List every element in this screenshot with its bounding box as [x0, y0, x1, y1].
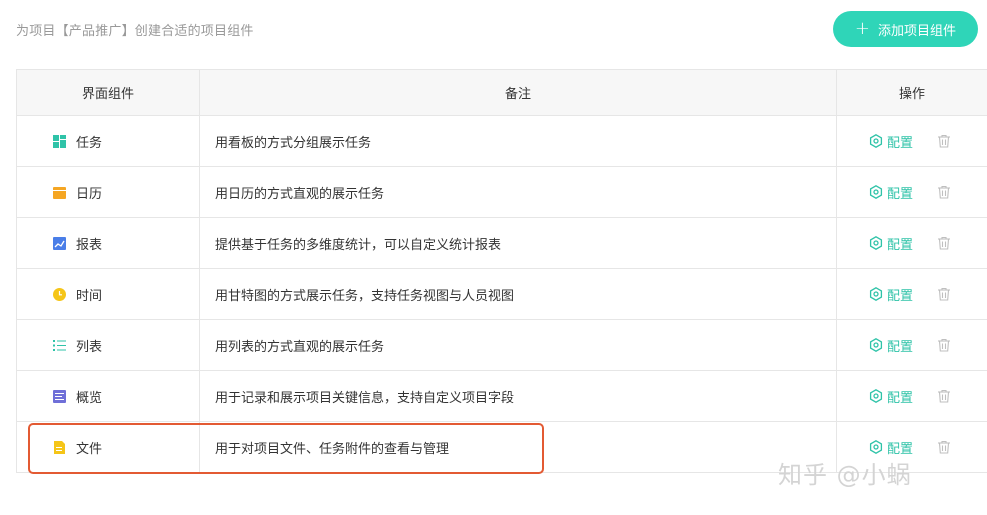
overview-icon [53, 389, 66, 403]
page: 为项目【产品推广】创建合适的项目组件 + 添加项目组件 界面组件 备注 操作 任… [0, 0, 987, 515]
component-name-cell: 文件 [16, 421, 200, 473]
config-button[interactable]: 配置 [869, 387, 913, 406]
component-actions-cell: 配置 [836, 115, 987, 167]
table-row: 时间 用甘特图的方式展示任务，支持任务视图与人员视图 配置 [16, 268, 987, 320]
config-label: 配置 [887, 390, 914, 406]
column-header-action: 操作 [836, 69, 987, 116]
component-note: 用甘特图的方式展示任务，支持任务视图与人员视图 [199, 268, 837, 320]
component-note: 用列表的方式直观的展示任务 [199, 319, 837, 371]
component-note: 用于对项目文件、任务附件的查看与管理 [199, 421, 837, 473]
components-table: 界面组件 备注 操作 任务 用看板的方式分组展示任务 配置 日历 用日历的方式直… [16, 69, 987, 473]
config-button[interactable]: 配置 [869, 132, 913, 151]
trash-icon[interactable] [937, 185, 951, 199]
component-actions-cell: 配置 [836, 268, 987, 320]
component-actions-cell: 配置 [836, 217, 987, 269]
component-actions-cell: 配置 [836, 319, 987, 371]
gear-icon [869, 185, 883, 199]
config-button[interactable]: 配置 [869, 183, 913, 202]
config-label: 配置 [887, 237, 914, 253]
table-row: 列表 用列表的方式直观的展示任务 配置 [16, 319, 987, 371]
watermark: 知乎 @小蜗 [778, 461, 912, 489]
table-row: 日历 用日历的方式直观的展示任务 配置 [16, 166, 987, 218]
component-name-cell: 时间 [16, 268, 200, 320]
config-button[interactable]: 配置 [869, 285, 913, 304]
component-name: 时间 [76, 288, 103, 304]
gear-icon [869, 338, 883, 352]
add-component-label: 添加项目组件 [877, 23, 956, 39]
table-row: 报表 提供基于任务的多维度统计，可以自定义统计报表 配置 [16, 217, 987, 269]
table-header-row: 界面组件 备注 操作 [16, 69, 987, 116]
config-label: 配置 [887, 339, 914, 355]
component-name-cell: 任务 [16, 115, 200, 167]
list-icon [53, 339, 66, 352]
component-name-cell: 报表 [16, 217, 200, 269]
component-actions-cell: 配置 [836, 166, 987, 218]
plus-icon: + [854, 18, 870, 39]
config-label: 配置 [887, 135, 914, 151]
calendar-icon [53, 186, 66, 199]
table-row: 任务 用看板的方式分组展示任务 配置 [16, 115, 987, 167]
component-name-cell: 列表 [16, 319, 200, 371]
trash-icon[interactable] [937, 236, 951, 250]
column-header-note: 备注 [199, 69, 837, 116]
add-component-button[interactable]: + 添加项目组件 [832, 11, 978, 47]
component-name: 列表 [76, 339, 103, 355]
gear-icon [869, 389, 883, 403]
header: 为项目【产品推广】创建合适的项目组件 + 添加项目组件 [16, 11, 978, 47]
component-note: 提供基于任务的多维度统计，可以自定义统计报表 [199, 217, 837, 269]
trash-icon[interactable] [937, 134, 951, 148]
component-name: 文件 [76, 441, 103, 457]
gear-icon [869, 236, 883, 250]
page-subtitle: 为项目【产品推广】创建合适的项目组件 [16, 23, 254, 39]
trash-icon[interactable] [937, 287, 951, 301]
component-name: 任务 [76, 135, 103, 151]
component-note: 用日历的方式直观的展示任务 [199, 166, 837, 218]
component-actions-cell: 配置 [836, 370, 987, 422]
column-header-component: 界面组件 [16, 69, 200, 116]
component-name-cell: 概览 [16, 370, 200, 422]
trash-icon[interactable] [937, 338, 951, 352]
file-icon [53, 440, 66, 454]
table-row: 概览 用于记录和展示项目关键信息，支持自定义项目字段 配置 [16, 370, 987, 422]
config-label: 配置 [887, 441, 914, 457]
clock-icon [53, 287, 66, 301]
component-note: 用看板的方式分组展示任务 [199, 115, 837, 167]
kanban-icon [53, 134, 66, 148]
component-note: 用于记录和展示项目关键信息，支持自定义项目字段 [199, 370, 837, 422]
gear-icon [869, 287, 883, 301]
gear-icon [869, 134, 883, 148]
trash-icon[interactable] [937, 389, 951, 403]
component-name: 日历 [76, 186, 103, 202]
config-button[interactable]: 配置 [869, 336, 913, 355]
config-button[interactable]: 配置 [869, 234, 913, 253]
trash-icon[interactable] [937, 440, 951, 454]
config-label: 配置 [887, 186, 914, 202]
component-name: 概览 [76, 390, 103, 406]
component-name: 报表 [76, 237, 103, 253]
component-name-cell: 日历 [16, 166, 200, 218]
config-label: 配置 [887, 288, 914, 304]
config-button[interactable]: 配置 [869, 438, 913, 457]
gear-icon [869, 440, 883, 454]
chart-icon [53, 236, 66, 250]
